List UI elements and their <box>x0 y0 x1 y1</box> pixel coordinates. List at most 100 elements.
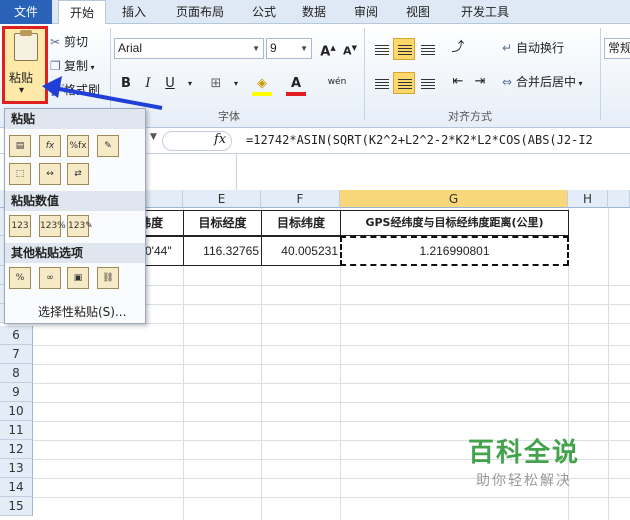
scissors-icon: ✂ <box>50 35 61 49</box>
align-center-button[interactable] <box>393 72 415 94</box>
paste-values-source-format-icon[interactable]: 123✎ <box>67 215 93 237</box>
tab-insert[interactable]: 插入 <box>112 0 156 24</box>
cut-button[interactable]: ✂ 剪切 <box>50 32 88 52</box>
paste-values-icon[interactable]: 123 <box>9 215 31 237</box>
merge-icon: ⇔ <box>502 75 513 89</box>
watermark-title: 百科全说 <box>468 438 581 468</box>
tab-view[interactable]: 视图 <box>398 0 438 24</box>
row-header[interactable]: 6 <box>0 326 33 345</box>
align-group-label: 对齐方式 <box>448 110 492 123</box>
tab-page-layout[interactable]: 页面布局 <box>162 0 238 24</box>
cell-E2[interactable]: 116.32765 <box>183 236 262 266</box>
font-name-select[interactable]: Arial ▼ <box>114 38 264 59</box>
grid-line <box>33 364 630 365</box>
align-middle-button[interactable] <box>393 38 415 60</box>
paste-picture-icon[interactable]: ▣ <box>67 267 89 289</box>
paste-transpose-icon[interactable]: ⇄ <box>67 163 89 185</box>
col-header-F[interactable]: F <box>261 190 340 208</box>
cell-G1[interactable]: GPS经纬度与目标经纬度距离(公里) <box>340 210 569 236</box>
grid-line <box>33 383 630 384</box>
paste-formulas-icon[interactable]: fx <box>39 135 61 157</box>
name-box-dropdown-icon[interactable]: ▼ <box>150 132 157 142</box>
paste-options-menu: 粘贴 ▤ fx %fx ✎ ⬚ ↔ ⇄ 粘贴数值 123 123% 123✎ 其… <box>4 108 146 324</box>
tab-formulas[interactable]: 公式 <box>244 0 284 24</box>
align-bottom-button[interactable] <box>416 38 438 60</box>
number-format-select[interactable]: 常规 <box>604 38 630 59</box>
row-header[interactable]: 10 <box>0 402 33 421</box>
wrap-icon: ↵ <box>502 41 513 55</box>
align-top-button[interactable] <box>370 38 392 60</box>
wrap-text-label: 自动换行 <box>516 41 565 55</box>
row-header[interactable]: 9 <box>0 383 33 402</box>
font-size-select[interactable]: 9 ▼ <box>266 38 312 59</box>
tab-home[interactable]: 开始 <box>58 0 106 25</box>
increase-indent-icon[interactable]: ⇥ <box>470 72 490 92</box>
cell-G2-selected[interactable]: 1.216990801 <box>340 236 569 266</box>
row-header[interactable]: 14 <box>0 478 33 497</box>
cell-F1[interactable]: 目标纬度 <box>261 210 341 236</box>
tab-review[interactable]: 审阅 <box>346 0 386 24</box>
col-header-E[interactable]: E <box>183 190 261 208</box>
watermark-subtitle: 助你轻松解决 <box>476 473 572 489</box>
font-group-label: 字体 <box>218 110 240 123</box>
decrease-indent-icon[interactable]: ⇤ <box>448 72 468 92</box>
row-header[interactable]: 13 <box>0 459 33 478</box>
col-header-H[interactable]: H <box>568 190 608 208</box>
merge-center-button[interactable]: ⇔ 合并后居中 ▾ <box>502 72 583 92</box>
paste-keep-column-width-icon[interactable]: ↔ <box>39 163 61 185</box>
fx-icon[interactable]: fx <box>214 132 226 147</box>
wrap-text-button[interactable]: ↵ 自动换行 <box>502 38 564 58</box>
font-name-value: Arial <box>118 41 143 55</box>
col-header-extra[interactable] <box>608 190 630 208</box>
paste-linked-picture-icon[interactable]: ⛓ <box>97 267 119 289</box>
row-header[interactable]: 11 <box>0 421 33 440</box>
menu-section-other: 其他粘贴选项 <box>5 243 145 263</box>
paste-keep-source-format-icon[interactable]: ✎ <box>97 135 119 157</box>
fill-color-icon[interactable]: ◈ <box>252 74 272 94</box>
shrink-font-button[interactable]: A▼ <box>340 38 360 58</box>
clipboard-icon <box>14 30 38 61</box>
paste-values-number-format-icon[interactable]: 123% <box>39 215 66 237</box>
orientation-icon[interactable]: ⤴ <box>448 38 468 58</box>
col-header-G[interactable]: G <box>340 190 568 208</box>
row-header[interactable]: 7 <box>0 345 33 364</box>
row-header[interactable]: 15 <box>0 497 33 516</box>
tab-developer[interactable]: 开发工具 <box>450 0 520 24</box>
paste-special-menu-item[interactable]: 选择性粘贴(S)... <box>38 303 126 320</box>
underline-dropdown-icon[interactable]: ▾ <box>180 74 200 94</box>
paste-formatting-icon[interactable]: % <box>9 267 31 289</box>
borders-dropdown-icon[interactable]: ▾ <box>226 74 246 94</box>
cell-E1[interactable]: 目标经度 <box>183 210 262 236</box>
font-size-value: 9 <box>270 41 277 55</box>
ribbon-tabs: 文件 开始 插入 页面布局 公式 数据 审阅 视图 开发工具 <box>0 0 630 25</box>
align-left-button[interactable] <box>370 72 392 94</box>
watermark-logo: 百科全说 助你轻松解决 <box>448 418 608 498</box>
paste-icon[interactable]: ▤ <box>9 135 31 157</box>
paste-formulas-number-format-icon[interactable]: %fx <box>67 135 89 157</box>
row-header[interactable]: 12 <box>0 440 33 459</box>
cell-F2[interactable]: 40.005231 <box>261 236 341 266</box>
paste-link-icon[interactable]: ∞ <box>39 267 61 289</box>
align-right-button[interactable] <box>416 72 438 94</box>
tab-data[interactable]: 数据 <box>294 0 334 24</box>
paste-label: 粘贴 <box>9 71 34 85</box>
borders-icon[interactable]: ⊞ <box>206 74 226 94</box>
paste-no-borders-icon[interactable]: ⬚ <box>9 163 31 185</box>
number-format-value: 常规 <box>608 41 630 55</box>
merge-center-label: 合并后居中 <box>516 75 577 89</box>
annotation-arrow <box>42 76 163 110</box>
grow-font-button[interactable]: A▲ <box>318 38 338 59</box>
menu-section-values: 粘贴数值 <box>5 191 145 211</box>
grid-line <box>33 402 630 403</box>
menu-section-paste: 粘贴 <box>5 109 145 129</box>
row-header[interactable]: 8 <box>0 364 33 383</box>
separator <box>600 28 601 120</box>
separator <box>364 28 365 120</box>
paste-dropdown-arrow-icon[interactable]: ▾ <box>19 85 24 96</box>
formula-expanded-area[interactable] <box>236 154 630 190</box>
phonetic-button[interactable]: wén <box>324 72 350 92</box>
formula-input[interactable]: =12742*ASIN(SQRT(K2^2+L2^2-2*K2*L2*COS(A… <box>246 133 593 147</box>
fill-color-swatch <box>252 92 272 96</box>
font-color-button[interactable]: A <box>286 74 306 94</box>
tab-file[interactable]: 文件 <box>0 0 52 24</box>
